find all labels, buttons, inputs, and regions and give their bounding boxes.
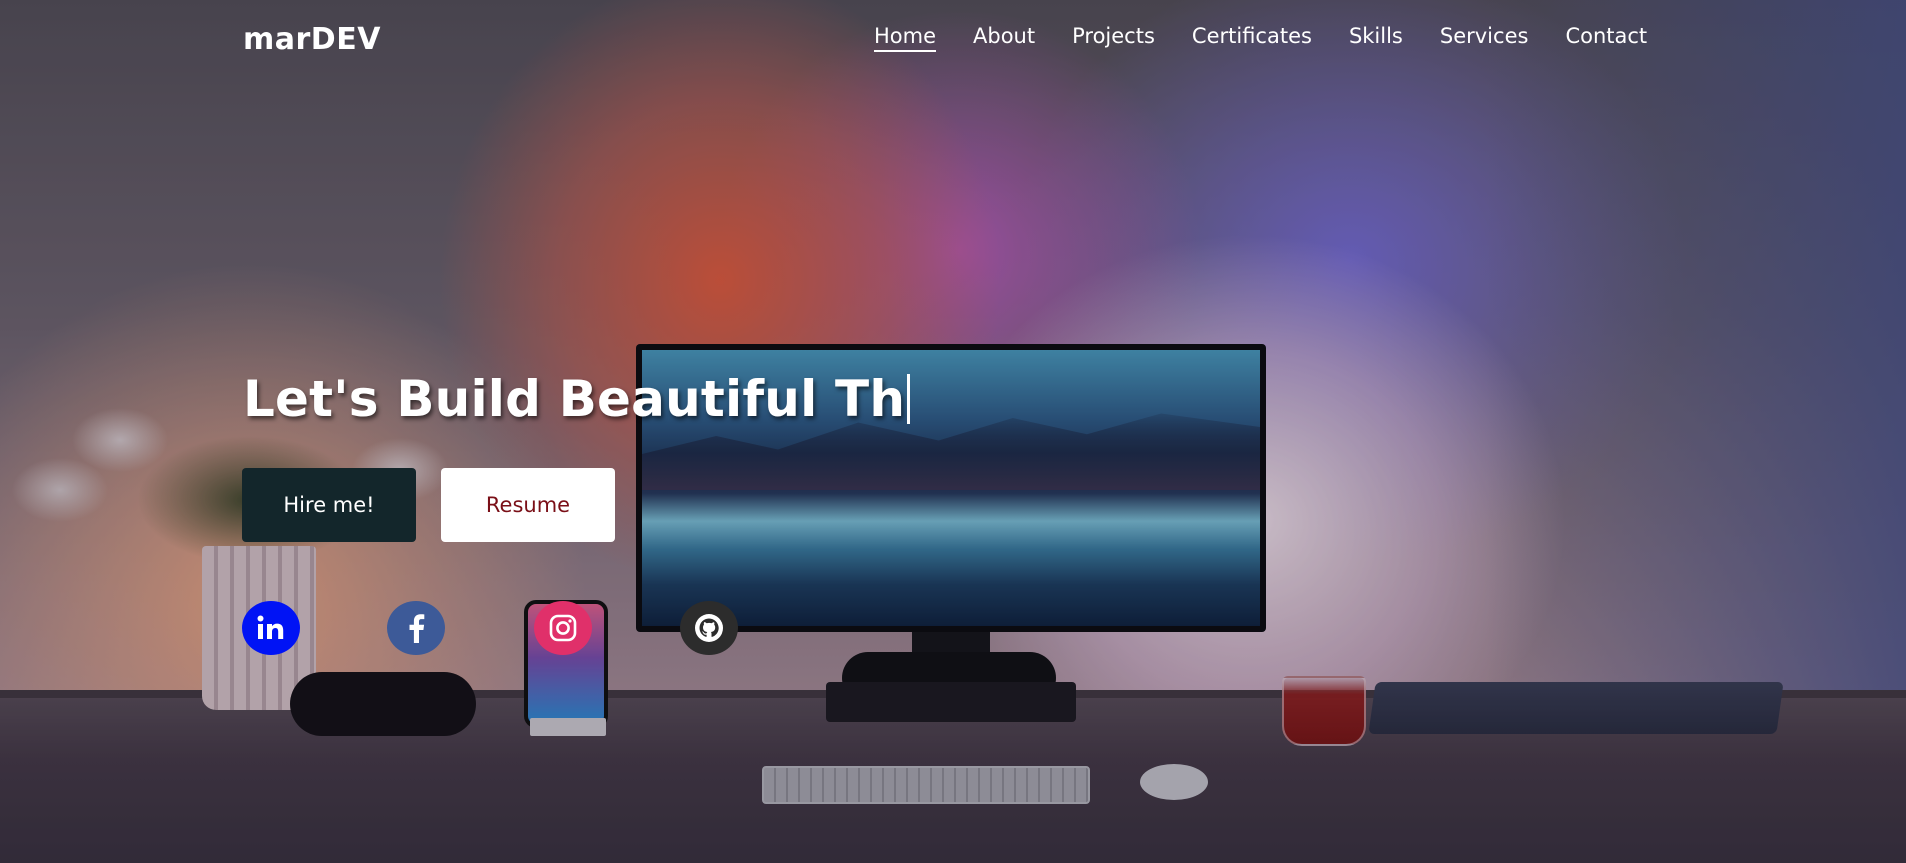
- nav-item-skills[interactable]: Skills: [1349, 24, 1403, 52]
- nav-item-home[interactable]: Home: [874, 24, 937, 52]
- brand-logo[interactable]: marDEV: [243, 22, 381, 57]
- hero-typed-heading: Let's Build Beautiful Th: [243, 370, 911, 428]
- navbar: marDEV Home About Projects Certificates …: [0, 0, 1906, 76]
- background-overlay: [0, 0, 1906, 863]
- facebook-link[interactable]: [387, 601, 445, 655]
- nav-item-services[interactable]: Services: [1440, 24, 1529, 52]
- instagram-link[interactable]: [534, 601, 592, 655]
- github-icon: [694, 613, 724, 643]
- typing-cursor: [907, 374, 911, 424]
- nav-item-projects[interactable]: Projects: [1072, 24, 1155, 52]
- github-link[interactable]: [680, 601, 738, 655]
- hire-me-button[interactable]: Hire me!: [242, 468, 416, 542]
- nav-item-about[interactable]: About: [973, 24, 1035, 52]
- nav-item-certificates[interactable]: Certificates: [1192, 24, 1312, 52]
- facebook-icon: [407, 613, 425, 643]
- instagram-icon: [549, 614, 577, 642]
- resume-button[interactable]: Resume: [441, 468, 615, 542]
- hero-background: [0, 0, 1906, 863]
- linkedin-link[interactable]: [242, 601, 300, 655]
- hero-typed-text: Let's Build Beautiful Th: [243, 370, 906, 428]
- nav-item-contact[interactable]: Contact: [1565, 24, 1647, 52]
- linkedin-icon: [256, 614, 286, 642]
- nav-menu: Home About Projects Certificates Skills …: [874, 24, 1647, 52]
